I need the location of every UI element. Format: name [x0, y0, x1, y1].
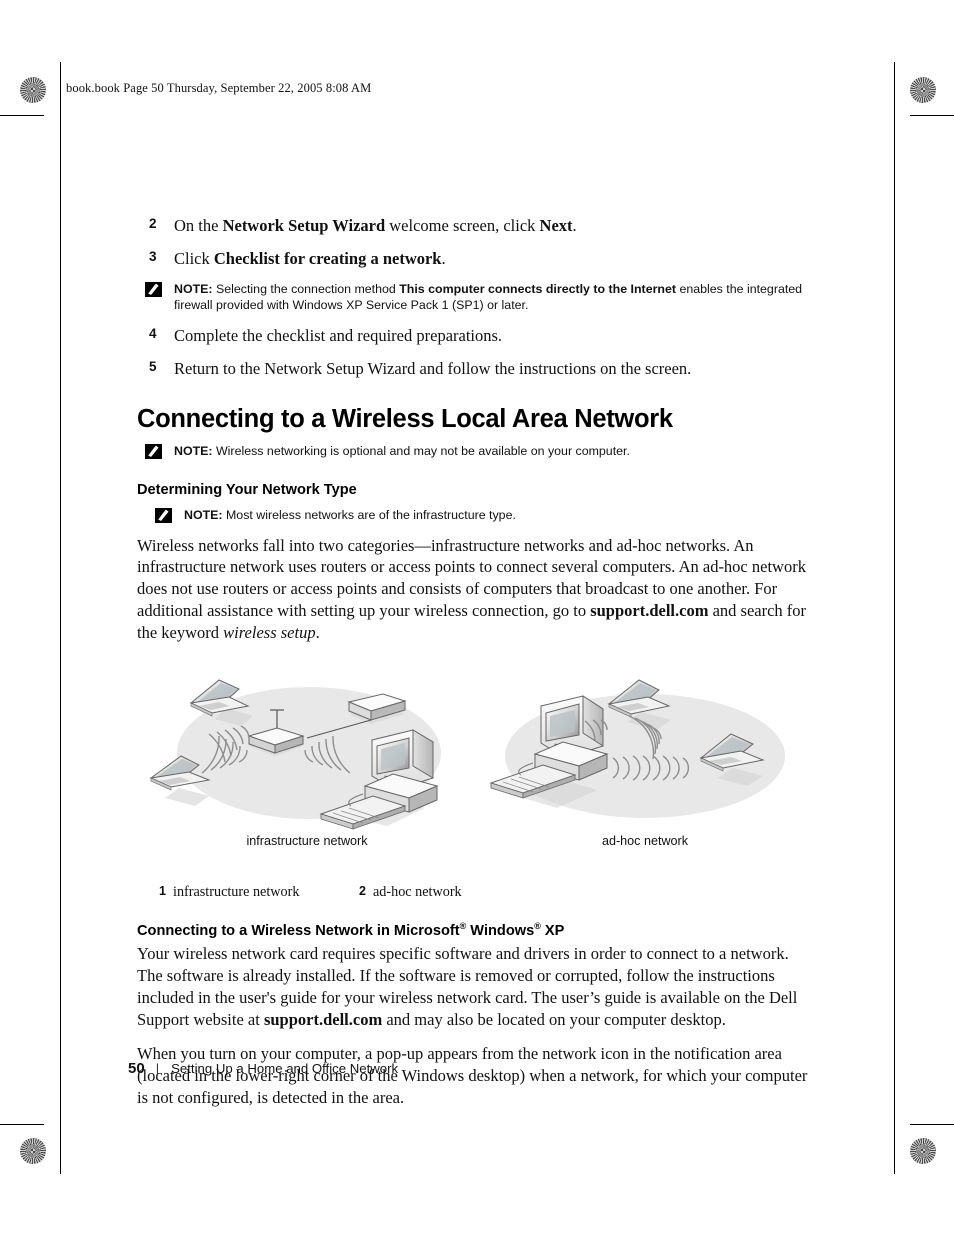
step-2-text: On the Network Setup Wizard welcome scre… — [174, 216, 577, 235]
figure-caption-adhoc: ad-hoc network — [601, 834, 689, 849]
adhoc-network-diagram — [489, 679, 785, 819]
step-3-number: 3 — [149, 248, 157, 264]
step-4: 4 Complete the checklist and required pr… — [137, 325, 813, 347]
step-5: 5 Return to the Network Setup Wizard and… — [137, 358, 813, 380]
paragraph-network-card: Your wireless network card requires spec… — [137, 944, 798, 1029]
subsection-heading-windows-xp: Connecting to a Wireless Network in Micr… — [137, 921, 813, 940]
legend-key-2-number: 2 — [359, 884, 366, 899]
registration-mark-bottom-left-inner — [55, 1133, 89, 1167]
section-heading: Connecting to a Wireless Local Area Netw… — [137, 405, 673, 434]
step-5-text: Return to the Network Setup Wizard and f… — [174, 358, 692, 378]
registration-mark-bottom-left-outer — [14, 1108, 48, 1142]
subsection-suffix: XP — [540, 923, 565, 940]
infrastructure-network-diagram — [149, 679, 441, 830]
note-firewall-label: NOTE: — [174, 281, 213, 296]
subsection-heading-network-type: Determining Your Network Type — [137, 481, 357, 498]
paragraph-network-types: Wireless networks fall into two categori… — [137, 535, 807, 643]
page-content: 2 On the Network Setup Wizard welcome sc… — [137, 215, 813, 1121]
trim-line-left-vertical — [60, 62, 61, 1174]
registered-trademark-icon: ® — [534, 921, 541, 932]
trim-line-right-vertical — [894, 62, 895, 1174]
trim-line-top-right-horizontal — [910, 115, 954, 116]
step-4-text: Complete the checklist and required prep… — [174, 325, 503, 345]
subsection-prefix: Connecting to a Wireless Network in Micr… — [137, 923, 460, 940]
registration-mark-left-middle — [14, 600, 48, 634]
footer-chapter-title: Setting Up a Home and Office Network — [171, 1061, 399, 1076]
note-infrastructure-type-text: Most wireless networks are of the infras… — [222, 507, 516, 522]
legend-key-1-text: infrastructure network — [173, 884, 300, 901]
footer-page-number: 50 — [128, 1060, 145, 1077]
page-footer: 50 | Setting Up a Home and Office Networ… — [128, 1060, 398, 1077]
legend-key-2-text: ad-hoc network — [373, 884, 462, 901]
legend-key-1-number: 1 — [159, 884, 166, 899]
registration-mark-right-middle — [905, 600, 939, 634]
step-2: 2 On the Network Setup Wizard welcome sc… — [137, 215, 813, 237]
registration-mark-top-left-outer — [14, 115, 48, 149]
note-firewall-text: Selecting the connection method This com… — [174, 281, 803, 313]
note-wireless-optional: NOTE: Wireless networking is optional an… — [137, 443, 813, 460]
halftone-density-mark-bottom-right — [910, 1138, 936, 1164]
step-3: 3 Click Checklist for creating a network… — [137, 248, 813, 270]
subsection-middle: Windows — [466, 923, 535, 940]
document-page: book.book Page 50 Thursday, September 22… — [0, 0, 954, 1235]
registration-mark-top-right-inner — [864, 75, 898, 109]
halftone-density-mark-top-left — [20, 77, 46, 103]
note-wireless-optional-label: NOTE: — [174, 444, 213, 459]
trim-line-bottom-left-horizontal — [0, 1124, 44, 1125]
step-3-text: Click Checklist for creating a network. — [174, 248, 446, 268]
network-diagrams-figure: infrastructure network ad-hoc network — [137, 666, 813, 866]
footer-separator: | — [155, 1061, 160, 1076]
note-infrastructure-type: NOTE: Most wireless networks are of the … — [137, 507, 813, 524]
figure-captions-row: infrastructure network ad-hoc network — [137, 834, 813, 848]
pencil-note-icon — [155, 507, 172, 523]
pencil-note-icon — [145, 281, 162, 297]
registration-mark-top-right-outer — [905, 115, 939, 149]
note-infrastructure-type-label: NOTE: — [184, 507, 223, 522]
step-4-number: 4 — [149, 325, 157, 341]
figure-caption-infrastructure: infrastructure network — [246, 834, 368, 849]
pencil-note-icon — [145, 444, 162, 460]
registration-mark-bottom-right-inner — [864, 1133, 898, 1167]
figure-legend: 1 infrastructure network 2 ad-hoc networ… — [159, 884, 813, 901]
file-header-line: book.book Page 50 Thursday, September 22… — [66, 81, 372, 95]
registration-mark-bottom-right-outer — [905, 1108, 939, 1142]
step-5-number: 5 — [149, 358, 157, 374]
trim-line-top-left-horizontal — [0, 115, 44, 116]
note-wireless-optional-text: Wireless networking is optional and may … — [212, 444, 630, 459]
registration-mark-header — [55, 75, 89, 109]
note-firewall: NOTE: Selecting the connection method Th… — [137, 281, 813, 314]
step-2-number: 2 — [149, 216, 157, 231]
trim-line-bottom-right-horizontal — [910, 1124, 954, 1125]
halftone-density-mark-bottom-left — [20, 1138, 46, 1164]
halftone-density-mark-top-right — [910, 77, 936, 103]
